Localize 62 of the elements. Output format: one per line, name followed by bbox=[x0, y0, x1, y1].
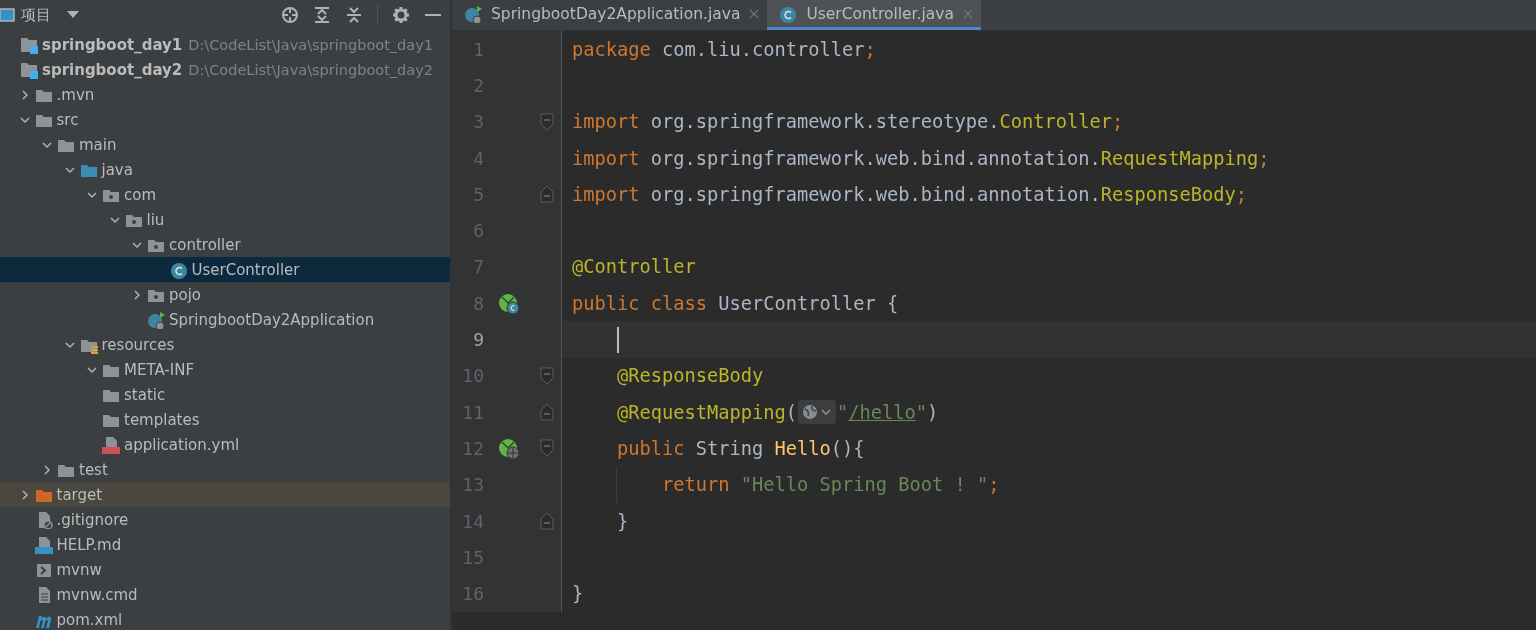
tree-item[interactable]: pom.xml bbox=[0, 607, 450, 630]
fold-start-icon[interactable] bbox=[540, 112, 554, 131]
tree-item[interactable]: resources bbox=[0, 332, 450, 357]
tree-item[interactable]: springboot_day2 D:\CodeList\Java\springboot_day2 bbox=[0, 57, 450, 82]
code-text: } bbox=[617, 510, 629, 532]
class-icon bbox=[169, 260, 188, 279]
tree-item[interactable]: .gitignore bbox=[0, 507, 450, 532]
tree-item[interactable]: main bbox=[0, 132, 450, 157]
bean-icon[interactable] bbox=[497, 437, 519, 459]
tree-item[interactable]: pojo bbox=[0, 282, 450, 307]
tree-item[interactable]: mvnw bbox=[0, 557, 450, 582]
locate-icon[interactable] bbox=[281, 6, 299, 24]
line-number: 9 bbox=[472, 329, 484, 350]
panel-title[interactable]: 项目 bbox=[21, 5, 51, 25]
yml-file-icon bbox=[102, 435, 120, 454]
code-text: public class UserController { bbox=[572, 292, 899, 314]
editor-tab[interactable]: SpringbootDay2Application.java bbox=[452, 0, 768, 30]
bean-icon[interactable] bbox=[497, 292, 519, 314]
tree-item[interactable]: application.yml bbox=[0, 432, 450, 457]
tree-item[interactable]: UserController bbox=[0, 257, 450, 282]
code-text: "/hello") bbox=[837, 401, 939, 423]
fold-start-icon[interactable] bbox=[540, 366, 554, 385]
text-cursor bbox=[617, 326, 619, 353]
code-text: package com.liu.controller; bbox=[572, 38, 876, 60]
tree-item[interactable]: src bbox=[0, 107, 450, 132]
tree-item[interactable]: com bbox=[0, 182, 450, 207]
tree-item[interactable]: liu bbox=[0, 207, 450, 232]
code-text: import org.springframework.stereotype.Controller; bbox=[572, 111, 1124, 133]
module-icon bbox=[20, 35, 38, 54]
tree-item[interactable]: SpringbootDay2Application bbox=[0, 307, 450, 332]
tree-item[interactable]: target bbox=[0, 482, 450, 507]
collapse-all-icon[interactable] bbox=[345, 6, 363, 24]
fold-start-icon[interactable] bbox=[540, 439, 554, 458]
tree-item[interactable]: mvnw.cmd bbox=[0, 582, 450, 607]
tree-item[interactable]: static bbox=[0, 382, 450, 407]
tree-item[interactable]: controller bbox=[0, 232, 450, 257]
tree-item[interactable]: HELP.md bbox=[0, 532, 450, 557]
panel-icon bbox=[0, 7, 15, 23]
inlay-hint-icon[interactable] bbox=[798, 400, 837, 425]
code-text: import org.springframework.web.bind.annotation.ResponseBody; bbox=[572, 183, 1248, 205]
tree-item[interactable]: test bbox=[0, 457, 450, 482]
spring-app-icon bbox=[147, 310, 165, 329]
code-text: @ResponseBody bbox=[617, 365, 764, 387]
tree-item[interactable]: templates bbox=[0, 407, 450, 432]
code-text: @Controller bbox=[572, 256, 696, 278]
tree-item[interactable]: springboot_day1 D:\CodeList\Java\springboot_day1 bbox=[0, 32, 450, 57]
code-text: } bbox=[572, 583, 584, 605]
code-text: public String Hello(){ bbox=[617, 437, 865, 459]
class-icon bbox=[779, 4, 798, 23]
tree-item[interactable]: .mvn bbox=[0, 82, 450, 107]
code-text: @RequestMapping( bbox=[617, 401, 798, 423]
module-icon bbox=[20, 60, 38, 79]
expand-all-icon[interactable] bbox=[313, 6, 331, 24]
code-text: return "Hello Spring Boot ! "; bbox=[662, 474, 1000, 496]
code-text: import org.springframework.web.bind.annotation.RequestMapping; bbox=[572, 147, 1270, 169]
spring-app-icon bbox=[464, 4, 482, 23]
markdown-file-icon bbox=[34, 535, 53, 554]
editor-tab[interactable]: UserController.java bbox=[767, 0, 981, 30]
settings-icon[interactable] bbox=[392, 6, 410, 24]
tree-item[interactable]: META-INF bbox=[0, 357, 450, 382]
tree-item[interactable]: java bbox=[0, 157, 450, 182]
dropdown-caret-icon[interactable] bbox=[67, 11, 79, 19]
